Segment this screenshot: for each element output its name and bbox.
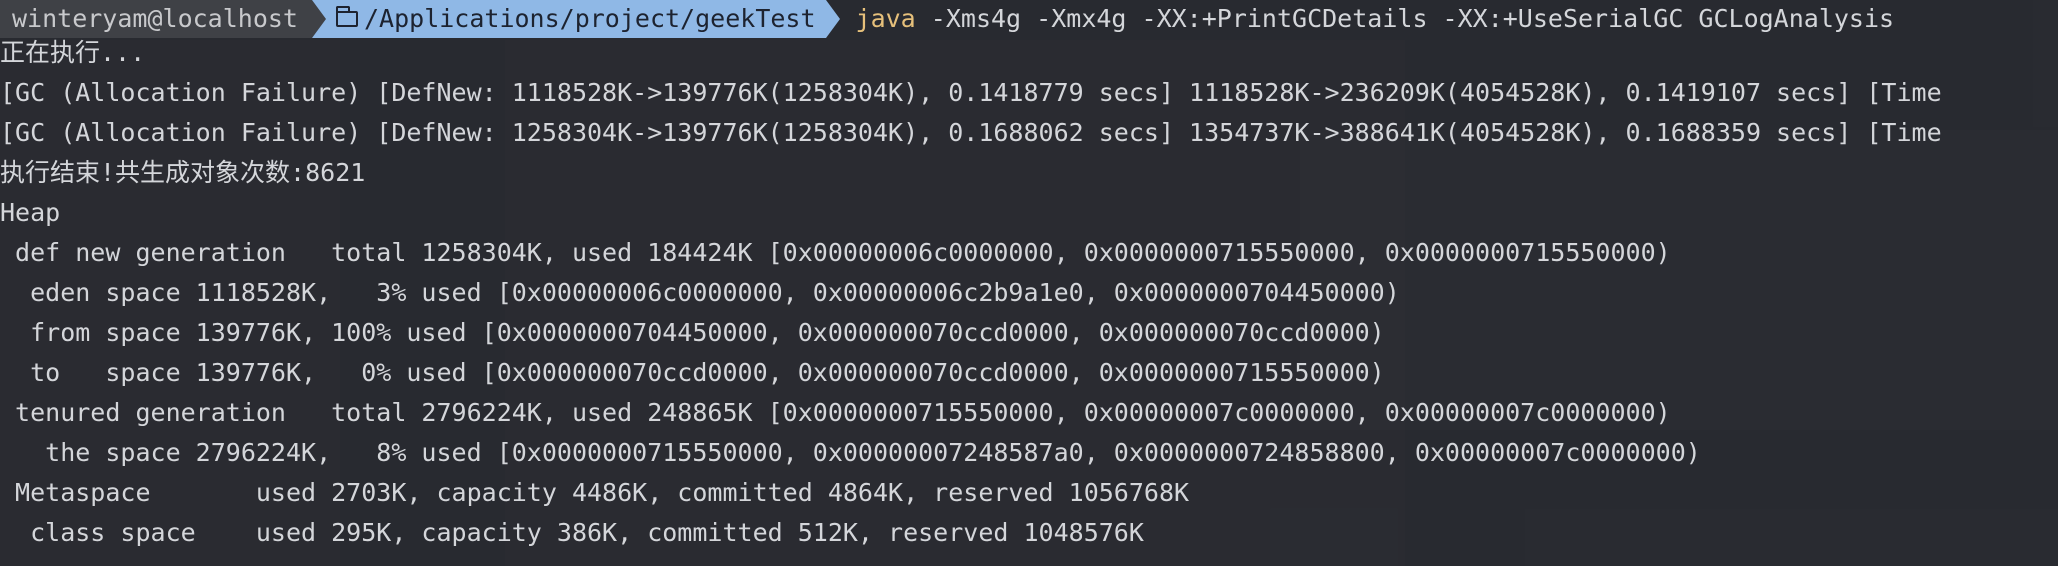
terminal-output: 正在执行... [GC (Allocation Failure) [DefNew… bbox=[0, 33, 2058, 553]
output-line: tenured generation total 2796224K, used … bbox=[0, 398, 1671, 427]
folder-icon bbox=[335, 6, 358, 27]
output-line: from space 139776K, 100% used [0x0000000… bbox=[0, 318, 1385, 347]
terminal-window[interactable]: winteryam@localhost /Applications/projec… bbox=[0, 0, 2058, 566]
output-line: Metaspace used 2703K, capacity 4486K, co… bbox=[0, 478, 1190, 507]
output-line: 正在执行... bbox=[0, 38, 146, 67]
output-line: [GC (Allocation Failure) [DefNew: 111852… bbox=[0, 78, 1942, 107]
output-line: Heap bbox=[0, 198, 61, 227]
output-line: to space 139776K, 0% used [0x000000070cc… bbox=[0, 358, 1385, 387]
output-line: eden space 1118528K, 3% used [0x00000006… bbox=[0, 278, 1400, 307]
output-line: 执行结束!共生成对象次数:8621 bbox=[0, 158, 366, 187]
command-program: java bbox=[855, 4, 916, 33]
output-line: def new generation total 1258304K, used … bbox=[0, 238, 1671, 267]
command-arguments: -Xms4g -Xmx4g -XX:+PrintGCDetails -XX:+U… bbox=[915, 4, 1895, 33]
output-line: the space 2796224K, 8% used [0x000000071… bbox=[0, 438, 1701, 467]
output-line: class space used 295K, capacity 386K, co… bbox=[0, 518, 1144, 547]
output-line: [GC (Allocation Failure) [DefNew: 125830… bbox=[0, 118, 1942, 147]
